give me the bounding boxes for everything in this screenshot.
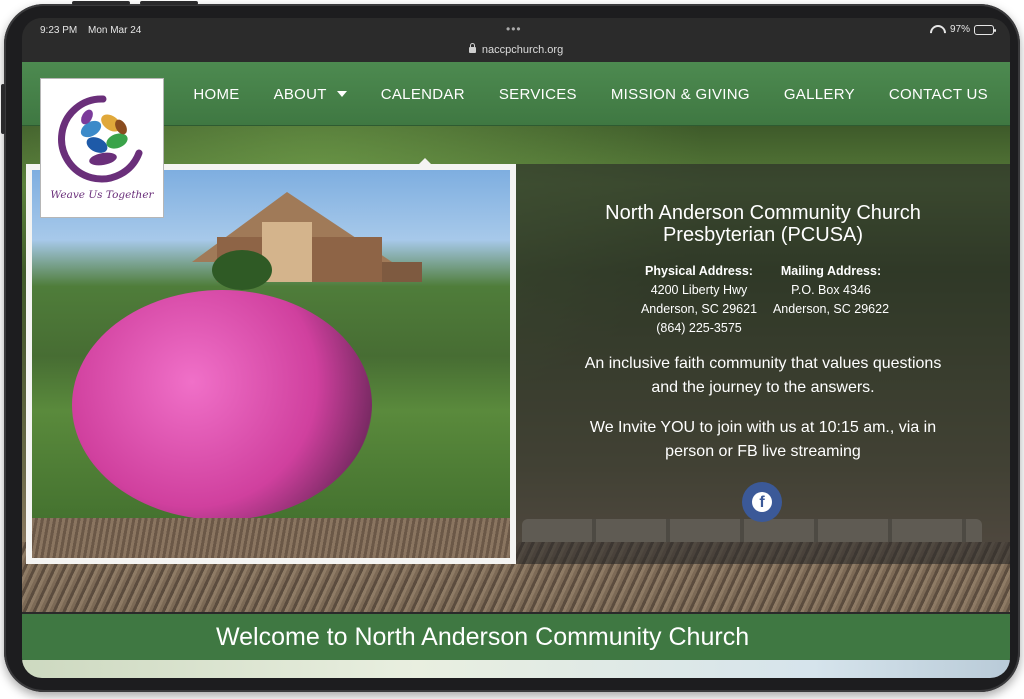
tagline-line: An inclusive faith community that values…	[584, 355, 942, 372]
logo-caption: Weave Us Together	[50, 189, 154, 201]
shrub	[212, 250, 272, 290]
nav-label: CONTACT US	[888, 85, 988, 103]
address-heading: Mailing Address:	[780, 264, 882, 278]
screen: 9:23 PM Mon Mar 24 ••• 97% naccpchurch.o…	[22, 18, 1010, 678]
nav-label: GALLERY	[783, 85, 855, 103]
battery-percent: 97%	[949, 24, 970, 35]
photo-pointer	[418, 158, 432, 165]
nav-label: SERVICES	[498, 85, 577, 103]
nav-label: CALENDAR	[380, 85, 465, 103]
below-fold-strip	[22, 660, 1010, 678]
multitask-dots-icon[interactable]: •••	[506, 22, 522, 36]
nav-gallery[interactable]: GALLERY	[784, 86, 855, 103]
church-logo[interactable]: Weave Us Together	[40, 78, 164, 218]
url-text[interactable]: naccpchurch.org	[482, 44, 563, 56]
chevron-down-icon	[336, 91, 347, 97]
nav-label: HOME	[193, 85, 240, 103]
church-title-line: Presbyterian (PCUSA)	[662, 224, 864, 246]
nav-mission-giving[interactable]: MISSION & GIVING	[611, 86, 750, 103]
physical-address: Physical Address: 4200 Liberty Hwy Ander…	[634, 262, 764, 338]
nav-about[interactable]: ABOUT	[274, 86, 347, 103]
address-line: Anderson, SC 29622	[772, 302, 890, 316]
church-title: North Anderson Community Church Presbyte…	[516, 202, 1010, 246]
nav-services[interactable]: SERVICES	[499, 86, 577, 103]
church-title-line: North Anderson Community Church	[605, 202, 921, 224]
photo-mulch	[32, 518, 510, 558]
tagline-line: and the journey to the answers.	[651, 379, 875, 396]
tagline: An inclusive faith community that values…	[546, 352, 980, 400]
church-photo	[32, 170, 510, 558]
lock-icon	[468, 43, 476, 53]
invite-text: We Invite YOU to join with us at 10:15 a…	[546, 416, 980, 464]
nav-calendar[interactable]: CALENDAR	[381, 86, 465, 103]
wifi-icon	[930, 25, 942, 35]
invite-line: We Invite YOU to join with us at 10:15 a…	[589, 419, 937, 436]
status-bar: 9:23 PM Mon Mar 24 ••• 97%	[22, 18, 1010, 44]
main-nav: HOME ABOUT CALENDAR SERVICES MISSION & G…	[22, 62, 1010, 126]
address-line: 4200 Liberty Hwy	[650, 283, 748, 297]
address-line: Anderson, SC 29621	[640, 302, 758, 316]
battery-icon	[974, 24, 996, 35]
website: HOME ABOUT CALENDAR SERVICES MISSION & G…	[22, 62, 1010, 678]
facebook-button[interactable]: f	[742, 482, 782, 522]
volume-button	[72, 1, 130, 5]
address-heading: Physical Address:	[645, 264, 753, 278]
status-date: Mon Mar 24	[88, 25, 142, 36]
phone-number[interactable]: (864) 225-3575	[634, 319, 764, 338]
tablet-frame: 9:23 PM Mon Mar 24 ••• 97% naccpchurch.o…	[1, 1, 1020, 692]
invite-line: person or FB live streaming	[665, 443, 861, 460]
mailing-address: Mailing Address: P.O. Box 4346 Anderson,…	[766, 262, 896, 319]
nav-contact-us[interactable]: CONTACT US	[889, 86, 988, 103]
volume-button	[140, 1, 198, 5]
status-time: 9:23 PM	[40, 25, 78, 36]
azalea-bush	[72, 290, 372, 520]
facebook-icon: f	[752, 492, 772, 512]
nav-home[interactable]: HOME	[193, 86, 239, 103]
info-panel: North Anderson Community Church Presbyte…	[516, 164, 1010, 564]
hands-logo-icon	[58, 95, 143, 183]
nav-label: MISSION & GIVING	[610, 85, 750, 103]
nav-label: ABOUT	[273, 85, 327, 103]
welcome-banner: Welcome to North Anderson Community Chur…	[22, 614, 1010, 660]
power-button	[1, 84, 5, 134]
address-line: P.O. Box 4346	[791, 283, 871, 297]
church-photo-frame	[26, 164, 516, 564]
address-bar[interactable]: naccpchurch.org	[22, 43, 1010, 62]
